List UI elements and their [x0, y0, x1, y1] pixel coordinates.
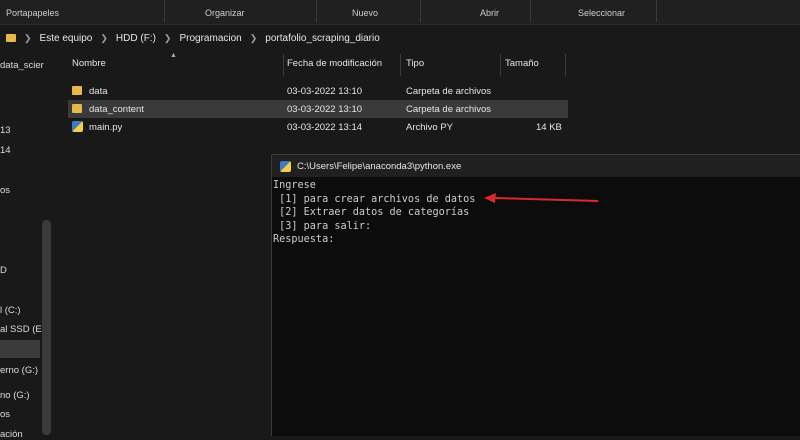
- breadcrumb-hdd[interactable]: HDD (F:): [116, 33, 156, 44]
- file-modified: 03-03-2022 13:10: [287, 86, 363, 97]
- ribbon-separator: [316, 0, 317, 22]
- nav-item[interactable]: 13: [0, 125, 11, 136]
- column-header-type[interactable]: Tipo: [406, 58, 424, 69]
- folder-icon: [72, 86, 82, 95]
- nav-selection-highlight: [0, 340, 40, 358]
- console-output[interactable]: Ingrese [1] para crear archivos de datos…: [272, 177, 800, 247]
- ribbon-separator: [164, 0, 165, 22]
- file-type: Archivo PY: [406, 122, 453, 133]
- chevron-right-icon[interactable]: ❯: [164, 33, 172, 44]
- file-size: 14 KB: [536, 122, 562, 133]
- ribbon: Portapapeles Organizar Nuevo Abrir Selec…: [0, 0, 800, 25]
- ribbon-group-seleccionar[interactable]: Seleccionar: [578, 8, 625, 18]
- file-name: data: [89, 86, 108, 97]
- nav-item-drive-g[interactable]: erno (G:): [0, 365, 38, 376]
- address-bar[interactable]: ❯ Este equipo ❯ HDD (F:) ❯ Programacion …: [0, 25, 800, 51]
- nav-item-data-science[interactable]: data_scier: [0, 60, 44, 71]
- annotation-arrow-icon: [484, 193, 599, 203]
- file-modified: 03-03-2022 13:10: [287, 104, 363, 115]
- folder-icon: [72, 104, 82, 113]
- chevron-right-icon[interactable]: ❯: [24, 33, 32, 44]
- breadcrumb-portafolio[interactable]: portafolio_scraping_diario: [265, 33, 380, 44]
- console-line: [3] para salir:: [273, 220, 372, 232]
- file-modified: 03-03-2022 13:14: [287, 122, 363, 133]
- column-header-modified[interactable]: Fecha de modificación: [287, 58, 382, 69]
- column-header-size[interactable]: Tamaño: [505, 58, 539, 69]
- folder-icon: [6, 34, 16, 42]
- nav-item-drive-e[interactable]: al SSD (E:): [0, 324, 48, 335]
- python-icon: [280, 160, 291, 172]
- console-line: Respuesta:: [273, 234, 335, 245]
- ribbon-group-nuevo[interactable]: Nuevo: [352, 8, 378, 18]
- file-row-data[interactable]: data 03-03-2022 13:10 Carpeta de archivo…: [68, 82, 568, 100]
- nav-item[interactable]: os: [0, 409, 10, 420]
- file-type: Carpeta de archivos: [406, 86, 492, 97]
- ribbon-group-portapapeles[interactable]: Portapapeles: [6, 8, 59, 18]
- console-titlebar[interactable]: C:\Users\Felipe\anaconda3\python.exe: [272, 155, 800, 177]
- console-line: Ingrese: [273, 180, 316, 191]
- chevron-right-icon[interactable]: ❯: [250, 33, 258, 44]
- file-name: data_content: [89, 104, 144, 115]
- nav-scrollbar[interactable]: [42, 220, 51, 435]
- nav-item[interactable]: D: [0, 265, 7, 276]
- ribbon-separator: [656, 0, 657, 22]
- sort-ascending-icon: ▲: [170, 52, 177, 59]
- ribbon-group-abrir[interactable]: Abrir: [480, 8, 499, 18]
- python-file-icon: [72, 121, 83, 132]
- column-separator[interactable]: [400, 54, 401, 76]
- nav-item-drive-c[interactable]: l (C:): [0, 305, 21, 316]
- column-separator[interactable]: [500, 54, 501, 76]
- column-header-name[interactable]: Nombre: [72, 58, 106, 69]
- nav-item[interactable]: 14: [0, 145, 11, 156]
- console-title: C:\Users\Felipe\anaconda3\python.exe: [297, 160, 462, 172]
- file-type: Carpeta de archivos: [406, 104, 492, 115]
- column-separator[interactable]: [565, 54, 566, 76]
- navigation-pane: data_scier 13 14 os D l (C:) al SSD (E:)…: [0, 52, 55, 440]
- ribbon-group-organizar[interactable]: Organizar: [205, 8, 245, 18]
- file-row-main-py[interactable]: main.py 03-03-2022 13:14 Archivo PY 14 K…: [68, 118, 568, 136]
- chevron-right-icon[interactable]: ❯: [100, 33, 108, 44]
- breadcrumb-este-equipo[interactable]: Este equipo: [40, 33, 93, 44]
- nav-item[interactable]: os: [0, 185, 10, 196]
- ribbon-separator: [530, 0, 531, 22]
- file-name: main.py: [89, 122, 123, 133]
- nav-item-drive-g2[interactable]: no (G:): [0, 390, 30, 401]
- column-separator[interactable]: [283, 54, 284, 76]
- console-line: [2] Extraer datos de categorías: [273, 207, 470, 218]
- breadcrumb-programacion[interactable]: Programacion: [179, 33, 241, 44]
- ribbon-separator: [420, 0, 421, 22]
- file-row-data-content[interactable]: data_content 03-03-2022 13:10 Carpeta de…: [68, 100, 568, 118]
